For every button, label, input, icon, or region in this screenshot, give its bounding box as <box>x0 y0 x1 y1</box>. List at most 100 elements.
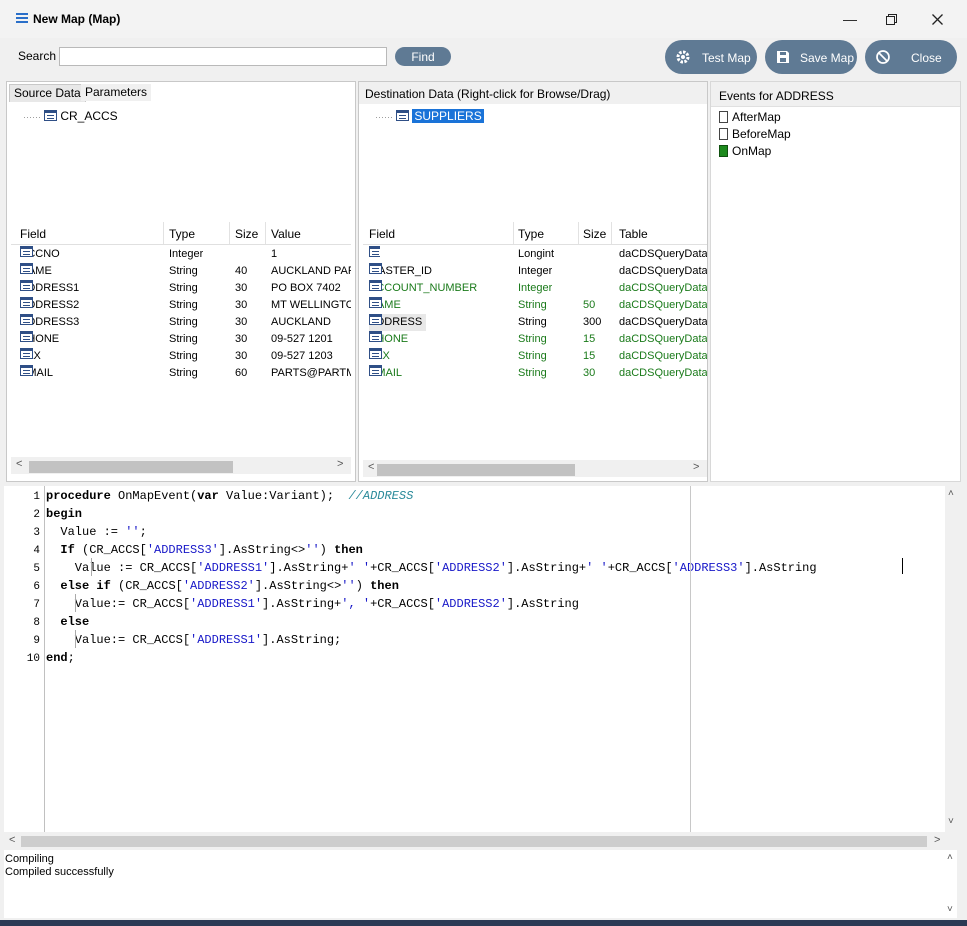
column-type[interactable]: Type <box>169 227 195 241</box>
column-value[interactable]: Value <box>271 227 301 241</box>
scroll-right-icon[interactable]: > <box>934 834 940 846</box>
destination-row[interactable]: FAX String 15 daCDSQueryDataV <box>363 348 707 365</box>
field-size: 15 <box>583 350 596 362</box>
destination-row[interactable]: ACCOUNT_NUMBER Integer daCDSQueryDataV <box>363 280 707 297</box>
source-tree-root[interactable]: ⋯⋯ CR_ACCS <box>23 108 118 124</box>
close-button[interactable]: Close <box>865 40 957 74</box>
close-window-button[interactable] <box>914 0 960 38</box>
field-icon <box>369 331 382 342</box>
line-number: 3 <box>33 527 40 539</box>
source-row[interactable]: ACCNO Integer 1 <box>11 246 351 263</box>
scroll-left-icon[interactable]: < <box>16 458 22 470</box>
column-size[interactable]: Size <box>583 227 606 241</box>
scroll-left-icon[interactable]: < <box>368 461 374 473</box>
code-line[interactable]: procedure OnMapEvent(var Value:Variant);… <box>46 487 413 505</box>
scroll-up-icon[interactable]: ˄ <box>948 488 954 499</box>
field-table: daCDSQueryDataV <box>619 350 707 362</box>
column-size[interactable]: Size <box>235 227 258 241</box>
source-row[interactable]: PHONE String 30 09-527 1201 <box>11 331 351 348</box>
scroll-thumb[interactable] <box>29 461 233 473</box>
code-line[interactable]: end; <box>46 649 75 667</box>
destination-row[interactable]: MASTER_ID Integer daCDSQueryDataV <box>363 263 707 280</box>
field-value: PO BOX 7402 <box>271 282 341 294</box>
field-value: AUCKLAND <box>271 316 331 328</box>
source-row[interactable]: ADDRESS2 String 30 MT WELLINGTON <box>11 297 351 314</box>
field-name: ID <box>369 246 380 263</box>
code-line[interactable]: else if (CR_ACCS['ADDRESS2'].AsString<>'… <box>46 577 399 595</box>
field-name: ACCOUNT_NUMBER <box>369 280 477 297</box>
destination-row[interactable]: ID Longint daCDSQueryDataV <box>363 246 707 263</box>
editor-vscrollbar[interactable]: ˄ ˅ <box>945 486 960 832</box>
message-line: Compiled successfully <box>5 866 114 878</box>
event-item[interactable]: OnMap <box>719 143 771 159</box>
field-value: 1 <box>271 248 278 260</box>
tab-source-data[interactable]: Source Data <box>9 84 86 102</box>
source-row[interactable]: EMAIL String 60 PARTS@PARTM. <box>11 365 351 382</box>
source-row[interactable]: ADDRESS3 String 30 AUCKLAND <box>11 314 351 331</box>
scroll-down-icon[interactable]: ˅ <box>948 816 954 827</box>
tree-connector: ⋯⋯ <box>23 112 41 122</box>
field-name: ADDRESS2 <box>20 297 79 314</box>
editor-hscrollbar[interactable]: < > <box>4 833 960 849</box>
field-name: EMAIL <box>20 365 53 382</box>
scroll-up-icon[interactable]: ˄ <box>947 852 953 863</box>
source-hscrollbar[interactable]: < > <box>11 457 351 474</box>
title-bar: New Map (Map) — <box>0 0 967 38</box>
table-icon <box>396 110 410 121</box>
column-type[interactable]: Type <box>518 227 544 241</box>
code-line[interactable]: else <box>46 613 89 631</box>
tab-parameters[interactable]: Parameters <box>81 84 152 101</box>
scroll-thumb[interactable] <box>377 464 575 476</box>
field-name: MASTER_ID <box>369 263 432 280</box>
destination-hscrollbar[interactable]: < > <box>363 460 707 477</box>
field-icon <box>369 246 380 257</box>
column-field[interactable]: Field <box>369 227 395 241</box>
field-name: ADDRESS <box>369 314 427 331</box>
restore-icon <box>885 13 897 25</box>
field-icon <box>20 365 33 376</box>
code-editor[interactable]: 1 2 3 4 5 6 7 8 9 10 procedure OnMapEvent(var Val… <box>4 486 957 832</box>
destination-row[interactable]: ADDRESS String 300 daCDSQueryDataV <box>363 314 707 331</box>
field-size: 30 <box>235 333 248 345</box>
code-line[interactable]: Value := ''; <box>46 523 146 541</box>
field-type: String <box>518 367 547 379</box>
save-map-button[interactable]: Save Map <box>765 40 857 74</box>
source-tree-root-label: CR_ACCS <box>60 109 118 123</box>
scroll-right-icon[interactable]: > <box>337 458 343 470</box>
code-line[interactable]: Value := CR_ACCS['ADDRESS1'].AsString+' … <box>46 559 817 577</box>
source-row[interactable]: ADDRESS1 String 30 PO BOX 7402 <box>11 280 351 297</box>
line-number: 7 <box>33 599 40 611</box>
event-item[interactable]: BeforeMap <box>719 126 791 142</box>
column-field[interactable]: Field <box>20 227 46 241</box>
line-number: 2 <box>33 509 40 521</box>
tree-connector: ⋯⋯ <box>375 112 393 122</box>
menu-icon[interactable] <box>16 13 28 23</box>
destination-tree-root[interactable]: ⋯⋯ SUPPLIERS <box>375 108 484 124</box>
source-row[interactable]: FAX String 30 09-527 1203 <box>11 348 351 365</box>
test-map-button[interactable]: Test Map <box>665 40 757 74</box>
field-icon <box>20 297 33 308</box>
code-line[interactable]: Value:= CR_ACCS['ADDRESS1'].AsString; <box>46 631 341 649</box>
code-line[interactable]: begin <box>46 505 82 523</box>
events-panel: Events for ADDRESS AfterMap BeforeMap OnMa… <box>710 81 961 482</box>
destination-row[interactable]: EMAIL String 30 daCDSQueryDataV <box>363 365 707 382</box>
column-table[interactable]: Table <box>619 227 648 241</box>
line-number: 1 <box>33 491 40 503</box>
scroll-right-icon[interactable]: > <box>693 461 699 473</box>
scroll-thumb[interactable] <box>21 836 927 847</box>
search-input[interactable] <box>59 47 387 66</box>
scroll-left-icon[interactable]: < <box>9 834 15 846</box>
test-map-label: Test Map <box>702 51 751 65</box>
destination-row[interactable]: PHONE String 15 daCDSQueryDataV <box>363 331 707 348</box>
scroll-down-icon[interactable]: ˅ <box>947 904 953 915</box>
source-row[interactable]: NAME String 40 AUCKLAND PAR. <box>11 263 351 280</box>
minimize-button[interactable]: — <box>827 0 873 38</box>
find-button[interactable]: Find <box>395 47 451 66</box>
event-item[interactable]: AfterMap <box>719 109 781 125</box>
code-line[interactable]: If (CR_ACCS['ADDRESS3'].AsString<>'') th… <box>46 541 362 559</box>
destination-row[interactable]: NAME String 50 daCDSQueryDataV <box>363 297 707 314</box>
field-icon <box>20 314 33 325</box>
restore-button[interactable] <box>868 0 914 38</box>
code-line[interactable]: Value:= CR_ACCS['ADDRESS1'].AsString+', … <box>46 595 579 613</box>
field-value: PARTS@PARTM. <box>271 367 351 379</box>
